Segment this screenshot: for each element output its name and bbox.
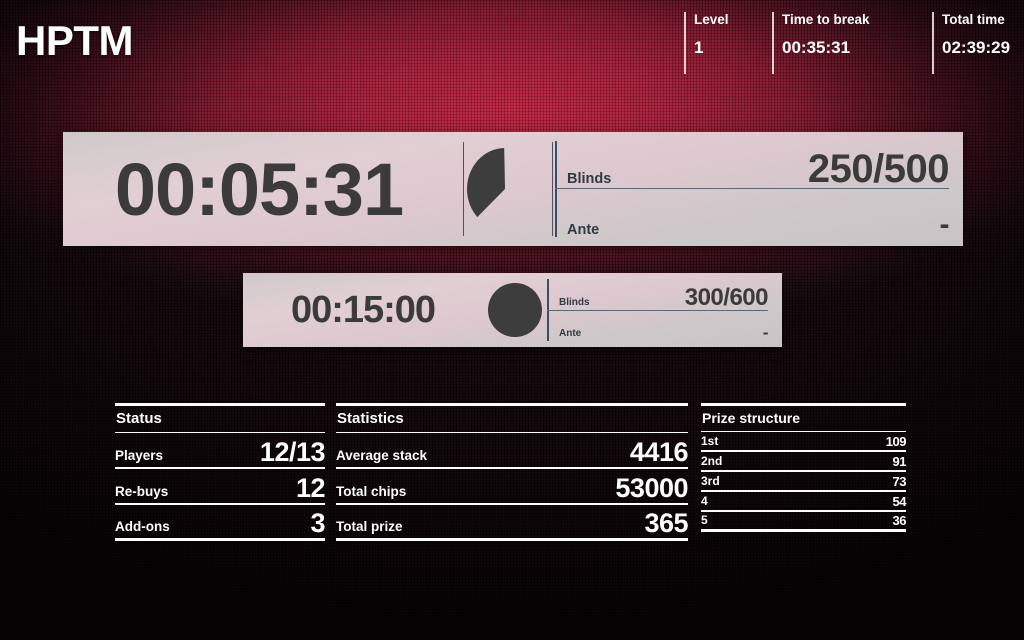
table-row-label: 2nd (701, 454, 723, 468)
prize-structure-table-body: 1st 109 2nd 91 3rd 73 4 54 5 36 (701, 432, 907, 532)
table-row: 2nd 91 (701, 452, 907, 472)
table-row-label: Add-ons (115, 518, 170, 534)
header-stats: Level 1 Time to break 00:35:31 Total tim… (684, 12, 1024, 74)
prize-structure-table: Prize structure 1st 109 2nd 91 3rd 73 4 54 5 36 (701, 403, 907, 532)
table-row-value: 4416 (629, 437, 689, 468)
statistics-table-title: Statistics (337, 410, 404, 427)
table-row: Re-buys 12 (115, 469, 326, 505)
next-level-ante-value: - (762, 322, 769, 342)
header-stat-time-to-break-label: Time to break (782, 12, 870, 27)
progress-pie-icon (488, 283, 542, 337)
progress-pie-icon (467, 148, 505, 230)
status-table-header: Status (115, 403, 325, 433)
current-level-progress-pie-wrap (455, 132, 555, 246)
statistics-table: Statistics Average stack 4416 Total chips 5… (336, 403, 689, 541)
table-row: Add-ons 3 (115, 505, 325, 541)
next-level-progress-pie-wrap (483, 273, 547, 347)
current-level-blinds-label: Blinds (567, 170, 612, 187)
panel-divider-right (552, 142, 553, 236)
table-row: 1st 109 (701, 432, 907, 452)
table-row-label: 3rd (701, 474, 720, 488)
table-row-label: 4 (701, 494, 708, 508)
statistics-table-header: Statistics (336, 403, 688, 433)
statistics-table-body: Average stack 4416 Total chips 53000 Total p… (336, 433, 689, 541)
next-level-blinds-column: Blinds 300/600 Ante - (547, 273, 782, 347)
table-row-value: 365 (644, 508, 688, 539)
table-row-label: 5 (701, 513, 708, 527)
next-level-clock: 00:15:00 (290, 288, 436, 331)
table-row: 4 54 (701, 492, 907, 512)
status-table-title: Status (116, 410, 162, 427)
current-level-blinds-value: 250/500 (807, 147, 950, 191)
table-row-label: Total chips (336, 483, 407, 499)
next-level-blinds-value: 300/600 (684, 284, 769, 312)
table-row-label: Re-buys (115, 483, 169, 499)
panel-divider-left (463, 142, 464, 236)
current-level-blinds-column: Blinds 250/500 Ante - (555, 132, 963, 246)
table-row-value: 91 (892, 454, 907, 470)
current-level-ante-row: Ante - (555, 199, 949, 239)
table-row: 3rd 73 (701, 472, 907, 492)
prize-structure-table-header: Prize structure (701, 403, 906, 432)
table-row-value: 54 (892, 494, 907, 510)
app-logo: HPTM (16, 17, 134, 64)
header-stat-total-time: Total time 02:39:29 (932, 12, 1024, 74)
next-level-blinds-row: Blinds 300/600 (547, 283, 769, 312)
next-level-blinds-label: Blinds (559, 297, 590, 308)
header-stat-level-value: 1 (694, 37, 704, 57)
status-table: Status Players 12/13 Re-buys 12 Add-ons 3 (115, 403, 326, 541)
next-level-ante-row: Ante - (547, 317, 769, 342)
table-row-label: Average stack (336, 447, 428, 463)
current-level-ante-value: - (939, 207, 950, 241)
current-level-blinds-row: Blinds 250/500 (555, 145, 950, 191)
table-row-value: 12 (295, 473, 326, 504)
table-row-label: Players (115, 447, 164, 463)
table-row: Total chips 53000 (336, 469, 688, 505)
status-table-body: Players 12/13 Re-buys 12 Add-ons 3 (115, 433, 326, 541)
table-row-label: 1st (701, 434, 719, 448)
header-stat-level-label: Level (694, 12, 729, 27)
header-stat-time-to-break-value: 00:35:31 (782, 37, 851, 57)
table-row-label: Total prize (336, 518, 403, 534)
current-level-clock: 00:05:31 (114, 147, 404, 231)
header-stat-total-time-value: 02:39:29 (942, 37, 1011, 57)
table-row-value: 12/13 (259, 437, 326, 468)
prize-structure-table-title: Prize structure (702, 410, 801, 426)
table-row: Average stack 4416 (336, 433, 689, 469)
table-row-value: 73 (892, 474, 907, 490)
current-level-ante-label: Ante (567, 221, 600, 238)
table-row-value: 36 (892, 513, 907, 529)
header-stat-time-to-break: Time to break 00:35:31 (772, 12, 922, 74)
next-level-ante-label: Ante (559, 328, 582, 339)
table-row: Players 12/13 (115, 433, 326, 469)
table-row-value: 3 (310, 508, 325, 539)
tournament-timer-screen: HPTM Level 1 Time to break 00:35:31 Tota… (0, 0, 1024, 640)
table-row: 5 36 (701, 512, 907, 532)
next-level-panel[interactable]: 00:15:00 Blinds 300/600 Ante - (243, 273, 782, 347)
table-row-value: 109 (885, 434, 907, 450)
table-row: Total prize 365 (336, 505, 688, 541)
header-stat-total-time-label: Total time (942, 12, 1005, 27)
current-level-panel[interactable]: 00:05:31 Blinds 250/500 Ante - (63, 132, 963, 246)
table-row-value: 53000 (615, 473, 688, 504)
header-stat-level: Level 1 (684, 12, 762, 74)
